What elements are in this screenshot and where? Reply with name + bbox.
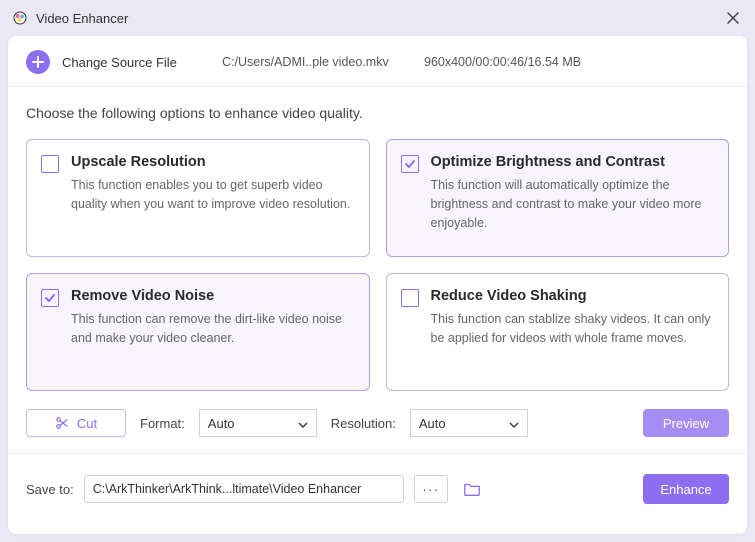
cut-label: Cut [77, 416, 97, 431]
close-button[interactable] [723, 8, 743, 28]
option-body: Optimize Brightness and Contrast This fu… [431, 154, 715, 240]
save-path-input[interactable]: C:\ArkThinker\ArkThink...ltimate\Video E… [84, 475, 404, 503]
dots-label: ··· [422, 481, 439, 497]
option-title: Remove Video Noise [71, 288, 355, 304]
option-shaking[interactable]: Reduce Video Shaking This function can s… [386, 273, 730, 391]
app-icon [12, 10, 28, 26]
app-window: Video Enhancer Change Source File C:/Use… [0, 0, 755, 542]
enhance-button[interactable]: Enhance [643, 474, 729, 504]
option-body: Upscale Resolution This function enables… [71, 154, 355, 240]
main-card: Change Source File C:/Users/ADMI..ple vi… [8, 36, 747, 534]
format-label: Format: [140, 416, 185, 431]
checkbox-brightness[interactable] [401, 155, 419, 173]
save-row: Save to: C:\ArkThinker\ArkThink...ltimat… [8, 460, 747, 520]
format-select[interactable]: Auto [199, 409, 317, 437]
window-title: Video Enhancer [36, 11, 128, 26]
divider [8, 453, 747, 454]
check-icon [44, 292, 56, 304]
options-grid: Upscale Resolution This function enables… [8, 127, 747, 395]
option-body: Remove Video Noise This function can rem… [71, 288, 355, 374]
resolution-value: Auto [419, 416, 446, 431]
check-icon [404, 158, 416, 170]
titlebar: Video Enhancer [0, 0, 755, 36]
controls-row: Cut Format: Auto Resolution: Auto Previe… [8, 395, 747, 447]
option-desc: This function enables you to get superb … [71, 176, 355, 214]
checkbox-shaking[interactable] [401, 289, 419, 307]
open-folder-button[interactable] [458, 475, 486, 503]
option-desc: This function can remove the dirt-like v… [71, 310, 355, 348]
chevron-down-icon [298, 416, 308, 431]
scissors-icon [55, 416, 69, 430]
option-body: Reduce Video Shaking This function can s… [431, 288, 715, 374]
preview-label: Preview [663, 416, 709, 431]
preview-button[interactable]: Preview [643, 409, 729, 437]
checkbox-upscale[interactable] [41, 155, 59, 173]
option-desc: This function will automatically optimiz… [431, 176, 715, 232]
enhance-label: Enhance [660, 482, 711, 497]
checkbox-noise[interactable] [41, 289, 59, 307]
plus-icon [32, 56, 44, 68]
chevron-down-icon [509, 416, 519, 431]
browse-button[interactable]: ··· [414, 475, 448, 503]
save-path-value: C:\ArkThinker\ArkThink...ltimate\Video E… [93, 482, 362, 496]
option-title: Optimize Brightness and Contrast [431, 154, 715, 170]
format-value: Auto [208, 416, 235, 431]
source-path: C:/Users/ADMI..ple video.mkv [222, 55, 412, 69]
cut-button[interactable]: Cut [26, 409, 126, 437]
option-title: Upscale Resolution [71, 154, 355, 170]
option-title: Reduce Video Shaking [431, 288, 715, 304]
instruction-text: Choose the following options to enhance … [8, 87, 747, 127]
option-noise[interactable]: Remove Video Noise This function can rem… [26, 273, 370, 391]
resolution-select[interactable]: Auto [410, 409, 528, 437]
add-source-button[interactable] [26, 50, 50, 74]
save-to-label: Save to: [26, 482, 74, 497]
folder-icon [463, 480, 481, 498]
option-upscale[interactable]: Upscale Resolution This function enables… [26, 139, 370, 257]
option-desc: This function can stablize shaky videos.… [431, 310, 715, 348]
source-row: Change Source File C:/Users/ADMI..ple vi… [8, 36, 747, 87]
change-source-link[interactable]: Change Source File [62, 55, 222, 70]
resolution-label: Resolution: [331, 416, 396, 431]
source-meta: 960x400/00:00:46/16.54 MB [424, 55, 581, 69]
option-brightness[interactable]: Optimize Brightness and Contrast This fu… [386, 139, 730, 257]
